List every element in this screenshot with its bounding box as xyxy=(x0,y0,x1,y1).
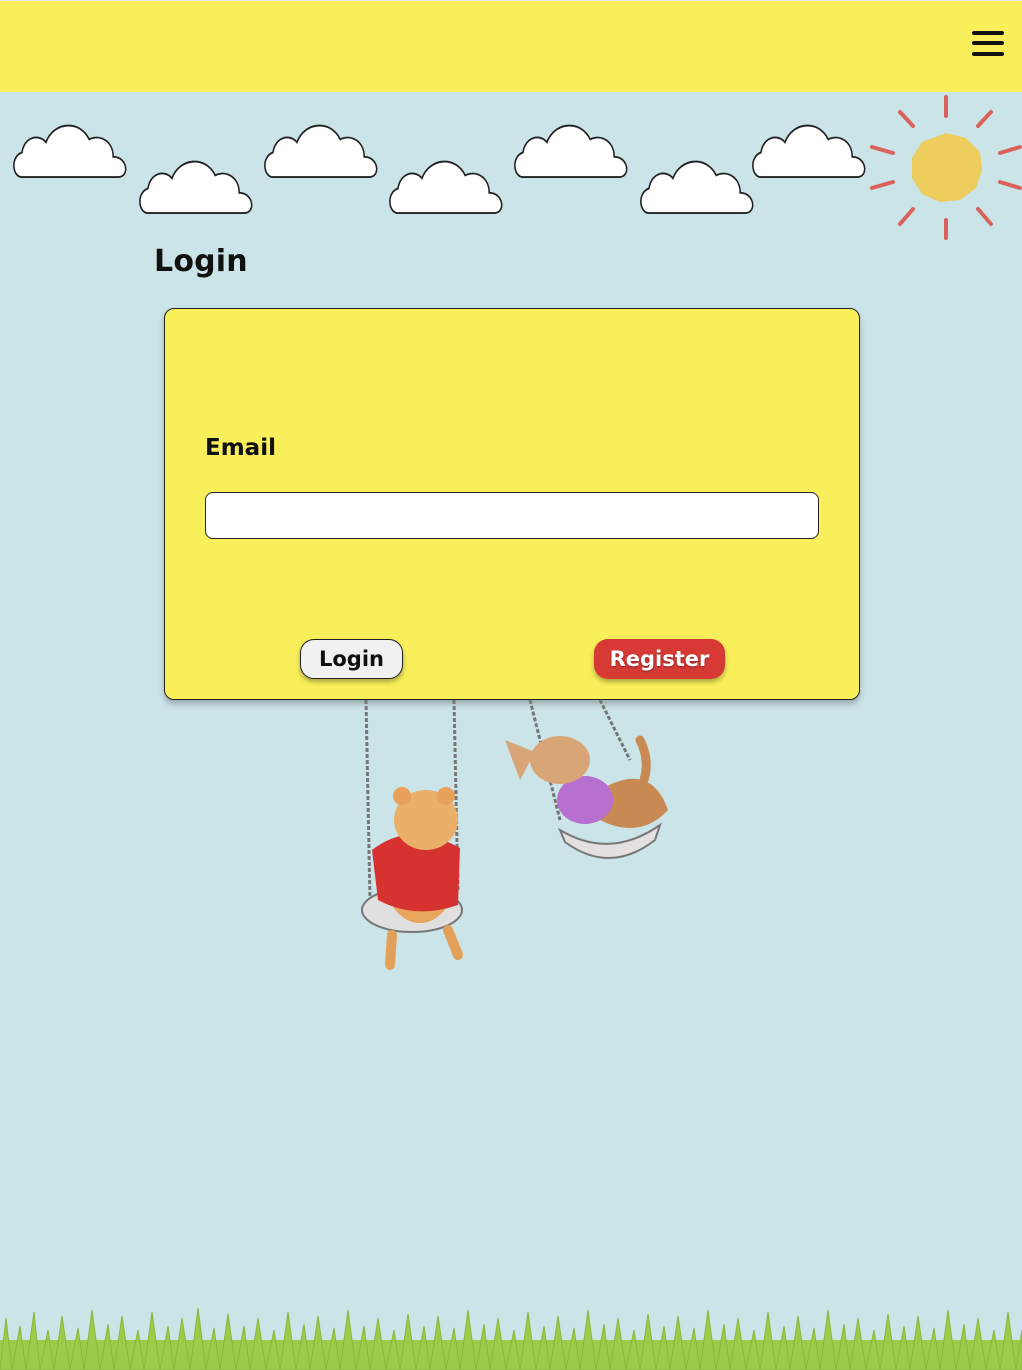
login-card: Email Login Register xyxy=(164,308,860,700)
cloud-icon xyxy=(513,124,628,179)
top-bar xyxy=(0,0,1022,92)
cloud-icon xyxy=(138,160,253,215)
cloud-icon xyxy=(639,160,754,215)
register-button[interactable]: Register xyxy=(594,639,725,679)
cloud-icon xyxy=(12,124,127,179)
mouse-red-shirt xyxy=(361,787,463,970)
hamburger-menu-icon[interactable] xyxy=(972,29,1006,59)
login-button[interactable]: Login xyxy=(300,639,403,679)
page-title: Login xyxy=(154,244,248,279)
cloud-icon xyxy=(751,124,866,179)
email-label: Email xyxy=(205,435,276,461)
sky-scenery xyxy=(12,95,1022,240)
mice-on-swings-illustration xyxy=(361,699,668,970)
sun-icon xyxy=(870,95,1022,240)
email-field[interactable] xyxy=(205,492,819,539)
cloud-icon xyxy=(388,160,503,215)
grass-ground xyxy=(0,1307,1022,1370)
cloud-icon xyxy=(263,124,378,179)
mouse-purple-dress xyxy=(505,735,668,859)
